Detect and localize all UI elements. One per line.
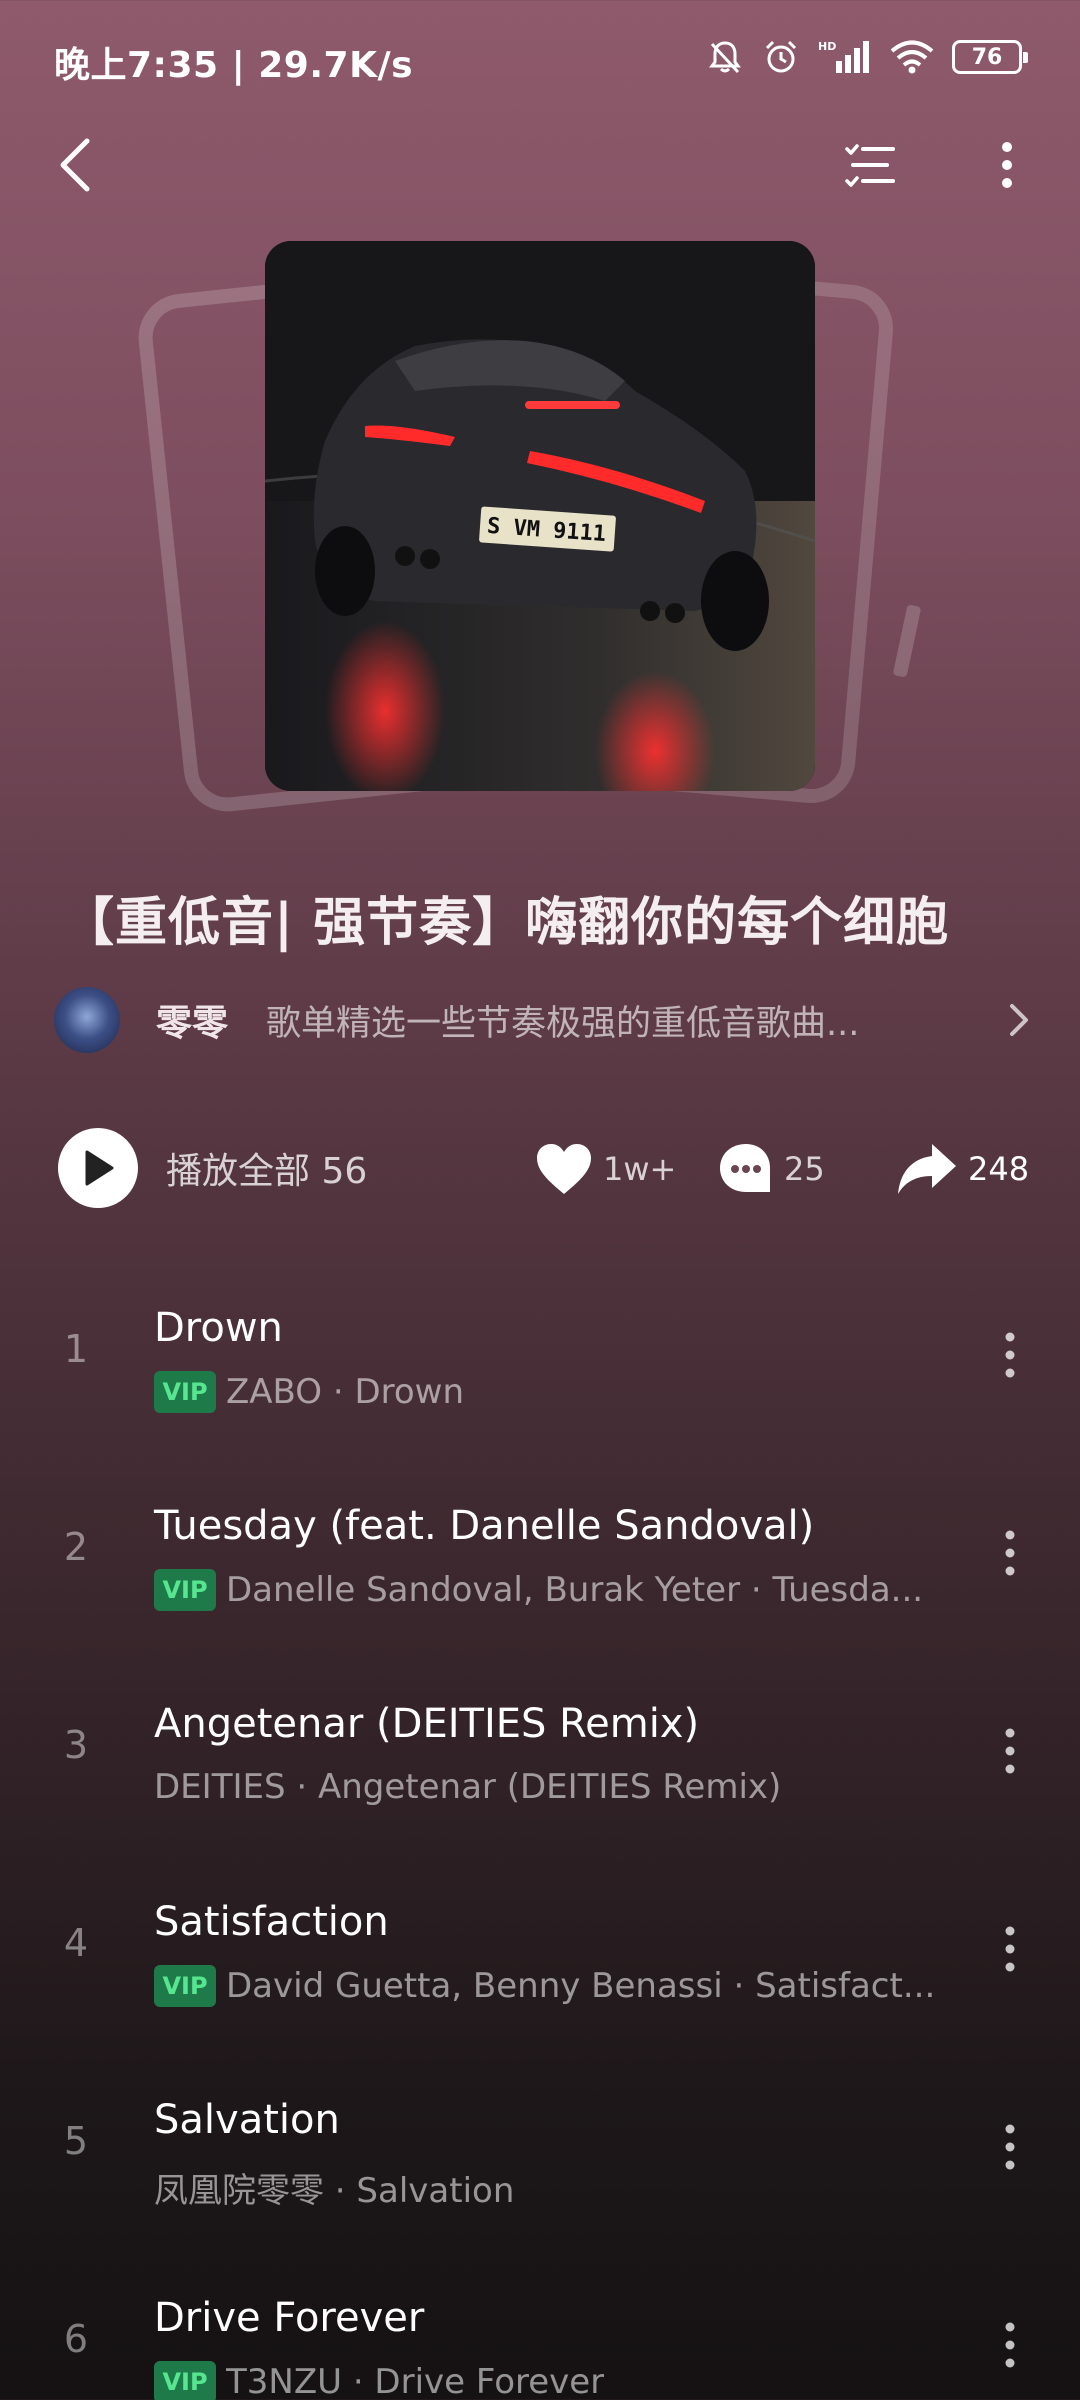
comment-button[interactable]: 25 xyxy=(718,1137,825,1201)
more-vertical-icon xyxy=(1005,1332,1015,1378)
song-meta: VIP Danelle Sandoval, Burak Yeter · Tuesd… xyxy=(154,1569,954,1611)
song-meta: VIP ZABO · Drown xyxy=(154,1371,954,1413)
song-title: Satisfaction xyxy=(154,1899,389,1945)
track-count: 56 xyxy=(321,1151,368,1192)
more-vertical-icon xyxy=(1005,1728,1015,1774)
song-row[interactable]: 3 Angetenar (DEITIES Remix) DEITIES · An… xyxy=(0,1661,1080,1859)
more-button[interactable] xyxy=(972,130,1042,200)
creator-row[interactable]: 零零 歌单精选一些节奏极强的重低音歌曲... xyxy=(54,985,1034,1055)
song-list: 1 Drown VIP ZABO · Drown 2 Tuesday (feat.… xyxy=(0,1265,1080,2400)
song-index: 2 xyxy=(63,1525,89,1569)
song-row[interactable]: 4 Satisfaction VIP David Guetta, Benny Be… xyxy=(0,1859,1080,2057)
song-title: Drive Forever xyxy=(154,2295,425,2341)
avatar[interactable] xyxy=(54,987,120,1053)
song-title: Salvation xyxy=(154,2097,340,2143)
song-title: Angetenar (DEITIES Remix) xyxy=(154,1701,700,1747)
more-vertical-icon xyxy=(1005,1926,1015,1972)
hd-label: HD xyxy=(818,40,836,53)
song-index: 4 xyxy=(63,1921,89,1965)
song-index: 3 xyxy=(63,1723,89,1767)
song-index: 5 xyxy=(63,2119,89,2163)
car-cover-image: S VM 9111 xyxy=(265,241,815,791)
share-button[interactable]: 248 xyxy=(896,1137,1029,1201)
song-row[interactable]: 2 Tuesday (feat. Danelle Sandoval) VIP Da… xyxy=(0,1463,1080,1661)
status-time-speed: 晚上7:35 | 29.7K/s xyxy=(54,45,414,86)
more-vertical-icon xyxy=(1002,142,1012,188)
song-row[interactable]: 5 Salvation 凤凰院零零 · Salvation xyxy=(0,2057,1080,2255)
song-index: 1 xyxy=(63,1327,89,1371)
song-title: Drown xyxy=(154,1305,283,1351)
alarm-icon xyxy=(765,40,797,73)
playlist-description[interactable]: 歌单精选一些节奏极强的重低音歌曲... xyxy=(266,995,984,1046)
more-vertical-icon xyxy=(1005,2124,1015,2170)
comment-count: 25 xyxy=(784,1150,825,1188)
play-all-label: 播放全部 56 xyxy=(166,1151,368,1192)
song-meta: VIP T3NZU · Drive Forever xyxy=(154,2361,954,2400)
status-bar: 晚上7:35 | 29.7K/s HD 76 xyxy=(0,0,1080,120)
like-count: 1w+ xyxy=(603,1150,677,1188)
cover-decoration xyxy=(892,604,922,678)
creator-name[interactable]: 零零 xyxy=(156,994,228,1046)
song-meta: VIP David Guetta, Benny Benassi · Satisfa… xyxy=(154,1965,954,2007)
song-more-button[interactable] xyxy=(990,1914,1030,1984)
vip-badge: VIP xyxy=(154,2361,216,2400)
play-icon xyxy=(58,1128,138,1208)
heart-icon xyxy=(537,1144,591,1194)
song-index: 6 xyxy=(63,2317,89,2361)
battery-icon: 76 xyxy=(952,40,1028,74)
signal-icon: HD xyxy=(818,40,869,73)
song-meta: DEITIES · Angetenar (DEITIES Remix) xyxy=(154,1767,782,1807)
song-more-button[interactable] xyxy=(990,1518,1030,1588)
battery-level: 76 xyxy=(971,44,1003,70)
list-check-icon xyxy=(845,144,895,187)
song-row[interactable]: 1 Drown VIP ZABO · Drown xyxy=(0,1265,1080,1463)
status-icons: HD 76 xyxy=(706,38,1028,76)
share-count: 248 xyxy=(968,1150,1030,1188)
song-more-button[interactable] xyxy=(990,2112,1030,2182)
back-button[interactable] xyxy=(40,130,110,200)
like-button[interactable]: 1w+ xyxy=(535,1137,676,1201)
song-meta: 凤凰院零零 · Salvation xyxy=(154,2171,515,2211)
song-more-button[interactable] xyxy=(990,1716,1030,1786)
song-row[interactable]: 6 Drive Forever VIP T3NZU · Drive Forever xyxy=(0,2255,1080,2400)
list-button[interactable] xyxy=(832,130,908,200)
song-title: Tuesday (feat. Danelle Sandoval) xyxy=(154,1503,815,1549)
more-vertical-icon xyxy=(1005,2322,1015,2368)
vip-badge: VIP xyxy=(154,1569,216,1611)
song-more-button[interactable] xyxy=(990,2310,1030,2380)
vip-badge: VIP xyxy=(154,1965,216,2007)
mute-bell-icon xyxy=(709,41,741,74)
playlist-cover[interactable]: S VM 9111 xyxy=(265,241,815,791)
more-vertical-icon xyxy=(1005,1530,1015,1576)
song-more-button[interactable] xyxy=(990,1320,1030,1390)
play-all-button[interactable]: 播放全部 56 xyxy=(58,1127,367,1209)
chevron-left-icon xyxy=(60,138,90,192)
share-icon xyxy=(898,1144,956,1194)
vip-badge: VIP xyxy=(154,1371,216,1413)
chevron-right-icon[interactable] xyxy=(1004,1000,1034,1040)
comment-icon xyxy=(720,1144,770,1192)
playlist-title: 【重低音| 强节奏】嗨翻你的每个细胞 xyxy=(62,893,950,953)
wifi-icon xyxy=(890,40,934,74)
